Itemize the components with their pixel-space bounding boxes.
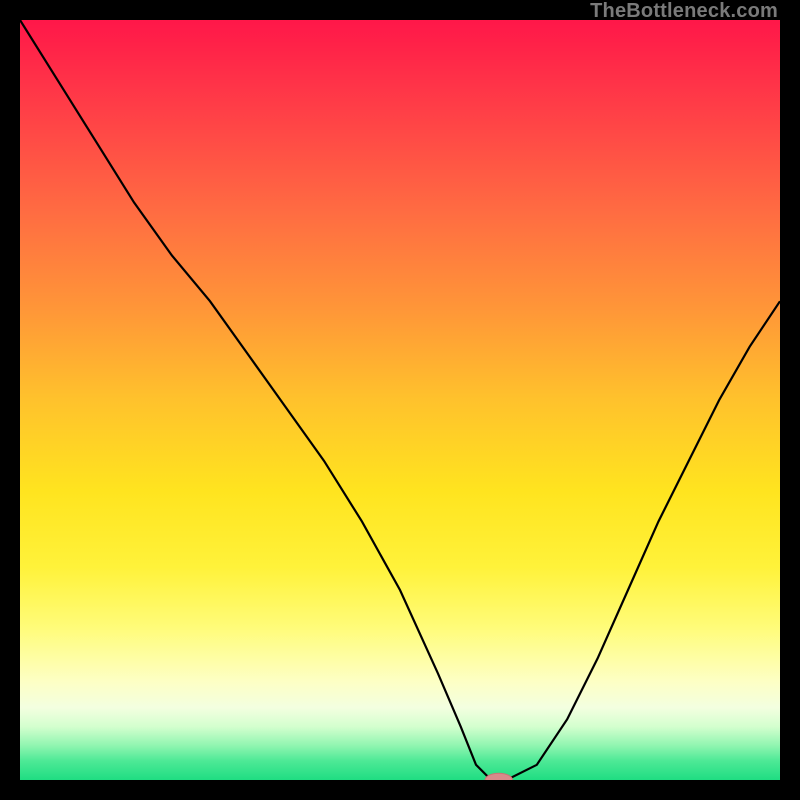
gradient-background [20, 20, 780, 780]
plot-area [20, 20, 780, 780]
chart-container: TheBottleneck.com [0, 0, 800, 800]
watermark-text: TheBottleneck.com [590, 0, 778, 23]
chart-svg [20, 20, 780, 780]
